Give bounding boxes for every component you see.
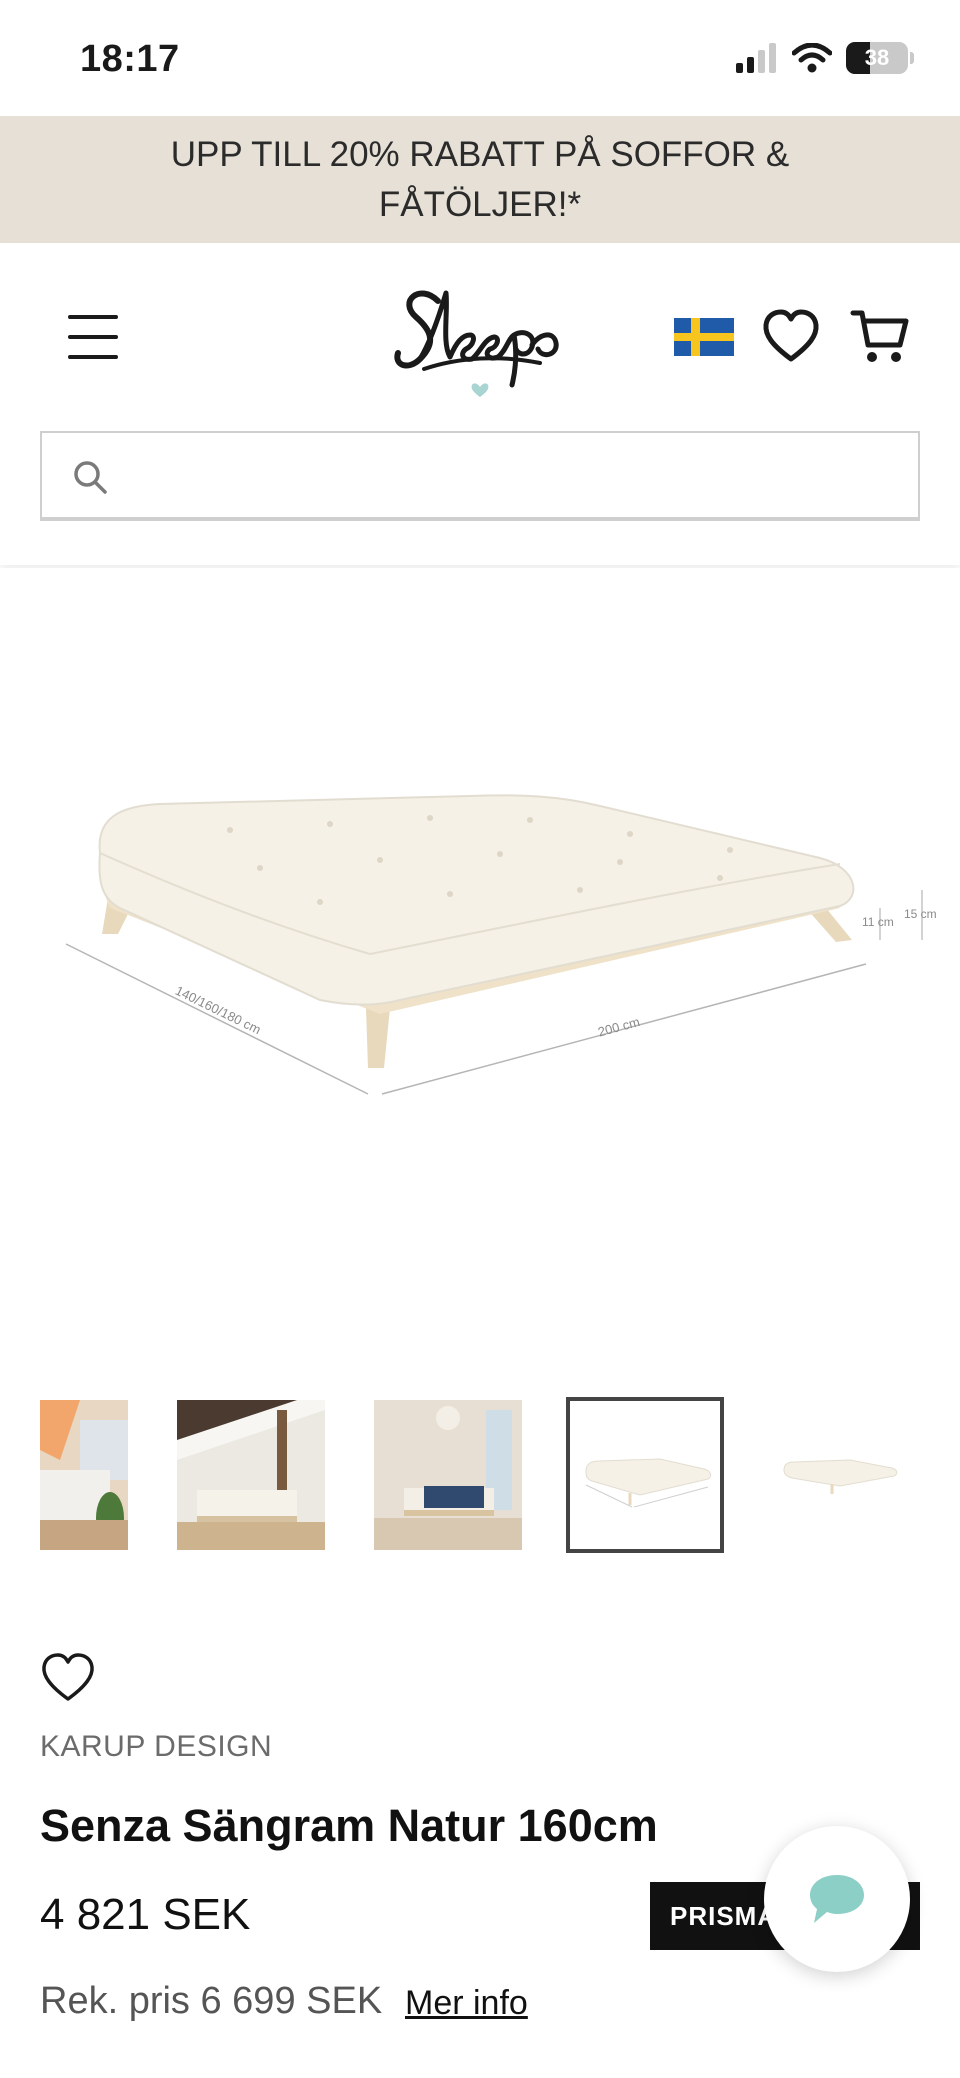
more-info-link[interactable]: Mer info: [405, 1984, 528, 2023]
status-bar: 18:17 38: [0, 0, 960, 116]
product-main-image[interactable]: 140/160/180 cm 200 cm 11 cm 15 cm: [0, 568, 960, 1348]
battery-cap: [910, 52, 914, 64]
battery-icon: 38: [846, 42, 908, 74]
recommended-price: Rek. pris 6 699 SEK: [40, 1980, 383, 2022]
battery-level: 38: [864, 45, 890, 70]
bed-dimensions-image: 140/160/180 cm 200 cm 11 cm 15 cm: [65, 794, 937, 1095]
menu-icon-line: [68, 315, 118, 319]
signal-icon: [736, 43, 776, 73]
search-bar[interactable]: [40, 431, 920, 521]
thumbnail-bed-side[interactable]: [780, 1400, 900, 1550]
bed-leg: [366, 1008, 390, 1068]
length-dimension-label: 200 cm: [596, 1014, 641, 1040]
status-time: 18:17: [80, 38, 180, 80]
site-header: [0, 243, 960, 565]
menu-icon-line: [68, 335, 118, 339]
chat-bubble-icon: [810, 1875, 864, 1923]
chat-button[interactable]: [764, 1826, 910, 1972]
status-icons: 38: [736, 42, 914, 74]
frame-height-label: 11 cm: [862, 915, 894, 929]
menu-button[interactable]: [68, 315, 118, 359]
sleepo-logo[interactable]: [390, 273, 570, 403]
thumbnail-attic-bed[interactable]: [177, 1400, 325, 1550]
search-icon: [74, 461, 107, 494]
product-brand[interactable]: KARUP DESIGN: [40, 1730, 272, 1764]
sweden-flag-icon[interactable]: [674, 318, 734, 356]
heart-icon[interactable]: [762, 309, 820, 365]
product-price: 4 821 SEK: [40, 1890, 251, 1939]
width-dimension-label: 140/160/180 cm: [173, 983, 263, 1037]
search-input[interactable]: [132, 443, 902, 509]
promo-text: UPP TILL 20% RABATT PÅ SOFFOR & FÅTÖLJER…: [170, 134, 790, 224]
mattress-height-label: 15 cm: [904, 907, 937, 921]
thumbnail-bedroom-blue[interactable]: [374, 1400, 522, 1550]
cart-icon[interactable]: [850, 307, 910, 367]
wifi-icon: [792, 43, 832, 73]
promo-banner[interactable]: UPP TILL 20% RABATT PÅ SOFFOR & FÅTÖLJER…: [0, 116, 960, 243]
product-title: Senza Sängram Natur 160cm: [40, 1800, 658, 1851]
thumbnail-room-bed[interactable]: [40, 1400, 128, 1550]
thumbnail-strip: [0, 1397, 960, 1556]
menu-icon-line: [68, 355, 118, 359]
add-to-wishlist-heart-icon[interactable]: [40, 1652, 96, 1704]
thumbnail-bed-dimensions[interactable]: [566, 1397, 724, 1553]
